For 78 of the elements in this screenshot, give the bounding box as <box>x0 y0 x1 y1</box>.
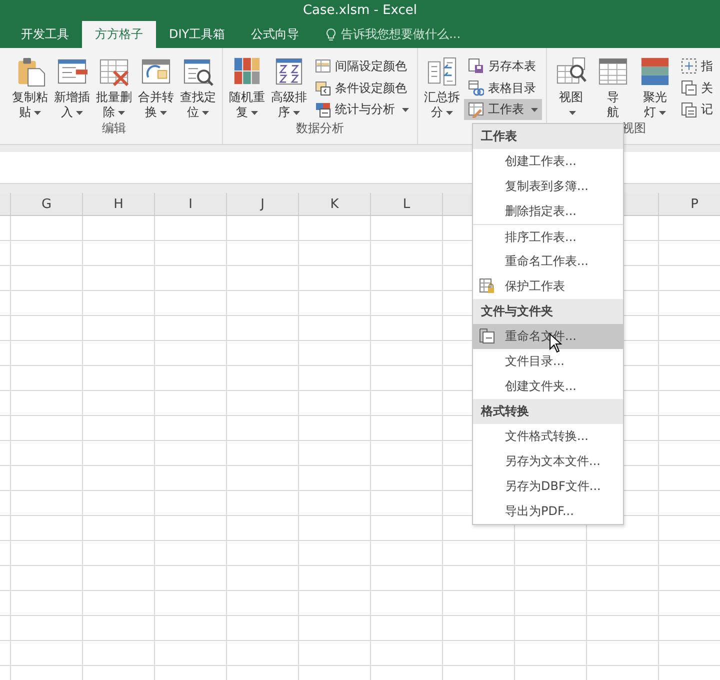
menu-item[interactable]: 复制表到多簿... <box>473 174 623 199</box>
ribbon-button[interactable]: 新增插 入 <box>52 56 92 120</box>
menu-item[interactable]: 文件格式转换... <box>473 424 623 449</box>
menu-item[interactable]: 删除指定表... <box>473 199 623 224</box>
menu-item[interactable]: 创建文件夹... <box>473 374 623 399</box>
ribbon-icon <box>315 80 331 96</box>
menu-item[interactable]: 导出为PDF... <box>473 499 623 524</box>
ribbon-icon <box>597 56 629 87</box>
group-label: 编辑 <box>102 121 126 135</box>
file-icon <box>479 328 495 344</box>
caret-icon <box>76 110 83 115</box>
window-title: Case.xlsm - Excel <box>302 3 418 18</box>
ribbon-tab[interactable]: 公式向导 <box>238 21 312 48</box>
ribbon-button[interactable]: 高级排 序 <box>269 56 309 120</box>
ribbon-icon <box>468 58 484 74</box>
ribbon-button[interactable]: 复制粘 贴 <box>10 56 50 120</box>
column-header[interactable]: I <box>155 193 227 215</box>
ribbon-button[interactable]: 条件设定颜色 <box>311 78 413 98</box>
caret-icon <box>569 110 576 115</box>
menu-section-header: 工作表 <box>473 124 623 149</box>
menu-item[interactable]: 另存为文本文件... <box>473 449 623 474</box>
ribbon-button[interactable]: 批量删 除 <box>94 56 134 120</box>
caret-icon <box>160 110 167 115</box>
caret-icon <box>659 110 666 115</box>
menu-item[interactable]: 重命名工作表... <box>473 249 623 274</box>
ribbon-icon <box>273 56 305 87</box>
ribbon-button[interactable]: 表格目录 <box>464 78 542 98</box>
ribbon-icon <box>315 58 331 74</box>
column-header[interactable]: H <box>83 193 155 215</box>
ribbon-icon <box>468 80 484 96</box>
ribbon-button[interactable]: 合并转 换 <box>136 56 176 120</box>
column-header[interactable]: K <box>299 193 371 215</box>
column-header[interactable]: J <box>227 193 299 215</box>
ribbon-button[interactable]: 间隔设定颜色 <box>311 56 413 77</box>
caret-icon <box>34 110 41 115</box>
menu-section-header: 文件与文件夹 <box>473 299 623 324</box>
ribbon-button[interactable]: 随机重 复 <box>227 56 267 120</box>
ribbon-icon <box>315 102 331 118</box>
ribbon-button[interactable]: 关 <box>677 78 717 98</box>
ribbon-button[interactable]: 另存本表 <box>464 56 542 77</box>
ribbon-button[interactable]: 聚光 灯 <box>635 56 675 120</box>
ribbon-icon <box>681 58 697 74</box>
ribbon-icon <box>468 102 484 118</box>
group-label: 数据分析 <box>296 121 344 135</box>
caret-icon <box>446 110 453 115</box>
menu-item[interactable]: 创建工作表... <box>473 149 623 174</box>
ribbon-button[interactable]: 记 <box>677 99 717 120</box>
ribbon-icon <box>681 102 697 118</box>
caret-icon <box>531 108 538 112</box>
lightbulb-icon <box>326 28 336 42</box>
menu-item[interactable]: 另存为DBF文件... <box>473 474 623 499</box>
ribbon-icon <box>426 56 458 87</box>
tell-me-field[interactable]: 告诉我您想要做什么... <box>326 21 461 48</box>
caret-icon <box>118 110 125 115</box>
menu-item[interactable]: 保护工作表 <box>473 274 623 299</box>
ribbon-button[interactable]: 导 航 <box>593 56 633 120</box>
ribbon-button[interactable]: 统计与分析 <box>311 99 413 120</box>
lock-table-icon <box>479 278 495 294</box>
caret-icon <box>402 108 409 112</box>
ribbon-icon <box>681 80 697 96</box>
ribbon-icon <box>639 56 671 87</box>
ribbon-tab[interactable]: 方方格子 <box>82 21 156 48</box>
ribbon-button[interactable]: 查找定 位 <box>178 56 218 120</box>
ribbon-button[interactable]: 工作表 <box>464 99 542 120</box>
caret-icon <box>202 110 209 115</box>
caret-icon <box>293 110 300 115</box>
ribbon-button[interactable]: 视图 <box>551 56 591 120</box>
menu-section-header: 格式转换 <box>473 399 623 424</box>
menu-item[interactable]: 文件目录... <box>473 349 623 374</box>
ribbon-tab[interactable]: 开发工具 <box>8 21 82 48</box>
ribbon-button[interactable]: 指 <box>677 56 717 77</box>
caret-icon <box>251 110 258 115</box>
ribbon-tab[interactable]: DIY工具箱 <box>156 21 238 48</box>
menu-item[interactable]: 排序工作表... <box>473 224 623 249</box>
column-header[interactable]: L <box>371 193 443 215</box>
column-header[interactable]: G <box>11 193 83 215</box>
ribbon-button[interactable]: 汇总拆 分 <box>422 56 462 120</box>
column-header[interactable]: P <box>659 193 720 215</box>
